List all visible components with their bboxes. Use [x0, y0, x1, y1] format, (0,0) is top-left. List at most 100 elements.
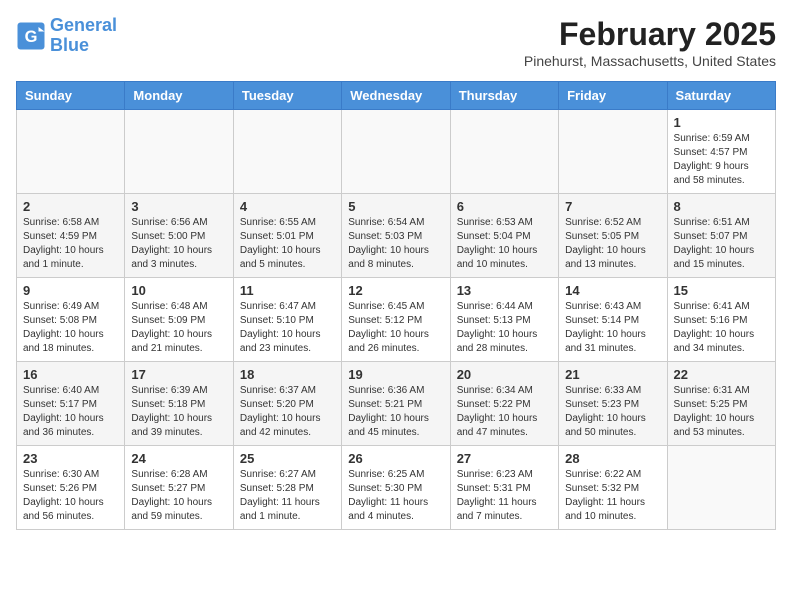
day-info: Sunrise: 6:54 AM Sunset: 5:03 PM Dayligh…	[348, 216, 443, 272]
day-info: Sunrise: 6:39 AM Sunset: 5:18 PM Dayligh…	[131, 384, 226, 440]
day-number: 13	[457, 283, 552, 298]
calendar-cell: 5 Sunrise: 6:54 AM Sunset: 5:03 PM Daylig…	[342, 194, 450, 278]
day-number: 3	[131, 199, 226, 214]
day-info: Sunrise: 6:33 AM Sunset: 5:23 PM Dayligh…	[565, 384, 660, 440]
calendar-cell: 14 Sunrise: 6:43 AM Sunset: 5:14 PM Dayli…	[559, 278, 667, 362]
weekday-header-tuesday: Tuesday	[233, 82, 341, 110]
day-number: 5	[348, 199, 443, 214]
day-info: Sunrise: 6:23 AM Sunset: 5:31 PM Dayligh…	[457, 468, 552, 524]
day-info: Sunrise: 6:22 AM Sunset: 5:32 PM Dayligh…	[565, 468, 660, 524]
day-number: 22	[674, 367, 769, 382]
calendar-cell: 26 Sunrise: 6:25 AM Sunset: 5:30 PM Dayli…	[342, 446, 450, 530]
day-info: Sunrise: 6:48 AM Sunset: 5:09 PM Dayligh…	[131, 300, 226, 356]
calendar-cell: 22 Sunrise: 6:31 AM Sunset: 5:25 PM Dayli…	[667, 362, 775, 446]
calendar-cell: 10 Sunrise: 6:48 AM Sunset: 5:09 PM Dayli…	[125, 278, 233, 362]
day-number: 26	[348, 451, 443, 466]
day-number: 6	[457, 199, 552, 214]
day-info: Sunrise: 6:40 AM Sunset: 5:17 PM Dayligh…	[23, 384, 118, 440]
day-info: Sunrise: 6:51 AM Sunset: 5:07 PM Dayligh…	[674, 216, 769, 272]
day-info: Sunrise: 6:27 AM Sunset: 5:28 PM Dayligh…	[240, 468, 335, 524]
day-info: Sunrise: 6:43 AM Sunset: 5:14 PM Dayligh…	[565, 300, 660, 356]
calendar-cell: 27 Sunrise: 6:23 AM Sunset: 5:31 PM Dayli…	[450, 446, 558, 530]
calendar-cell: 7 Sunrise: 6:52 AM Sunset: 5:05 PM Daylig…	[559, 194, 667, 278]
day-number: 9	[23, 283, 118, 298]
weekday-header-saturday: Saturday	[667, 82, 775, 110]
day-number: 21	[565, 367, 660, 382]
weekday-header-wednesday: Wednesday	[342, 82, 450, 110]
calendar-cell: 8Sunrise: 6:51 AM Sunset: 5:07 PM Daylig…	[667, 194, 775, 278]
day-info: Sunrise: 6:55 AM Sunset: 5:01 PM Dayligh…	[240, 216, 335, 272]
day-number: 12	[348, 283, 443, 298]
calendar-cell: 28 Sunrise: 6:22 AM Sunset: 5:32 PM Dayli…	[559, 446, 667, 530]
calendar-cell: 17 Sunrise: 6:39 AM Sunset: 5:18 PM Dayli…	[125, 362, 233, 446]
calendar-cell	[450, 110, 558, 194]
header-row: SundayMondayTuesdayWednesdayThursdayFrid…	[17, 82, 776, 110]
weekday-header-monday: Monday	[125, 82, 233, 110]
day-info: Sunrise: 6:25 AM Sunset: 5:30 PM Dayligh…	[348, 468, 443, 524]
day-info: Sunrise: 6:53 AM Sunset: 5:04 PM Dayligh…	[457, 216, 552, 272]
day-info: Sunrise: 6:41 AM Sunset: 5:16 PM Dayligh…	[674, 300, 769, 356]
day-info: Sunrise: 6:34 AM Sunset: 5:22 PM Dayligh…	[457, 384, 552, 440]
calendar-cell: 2Sunrise: 6:58 AM Sunset: 4:59 PM Daylig…	[17, 194, 125, 278]
calendar-header: SundayMondayTuesdayWednesdayThursdayFrid…	[17, 82, 776, 110]
logo-line1: General	[50, 15, 117, 35]
calendar-cell: 12Sunrise: 6:45 AM Sunset: 5:12 PM Dayli…	[342, 278, 450, 362]
logo: G General Blue	[16, 16, 117, 56]
calendar-week-4: 23Sunrise: 6:30 AM Sunset: 5:26 PM Dayli…	[17, 446, 776, 530]
calendar-cell: 11 Sunrise: 6:47 AM Sunset: 5:10 PM Dayli…	[233, 278, 341, 362]
title-block: February 2025 Pinehurst, Massachusetts, …	[524, 16, 776, 69]
calendar-week-1: 2Sunrise: 6:58 AM Sunset: 4:59 PM Daylig…	[17, 194, 776, 278]
calendar-cell	[667, 446, 775, 530]
calendar-cell: 4 Sunrise: 6:55 AM Sunset: 5:01 PM Daylig…	[233, 194, 341, 278]
calendar-body: 1Sunrise: 6:59 AM Sunset: 4:57 PM Daylig…	[17, 110, 776, 530]
logo-icon: G	[16, 21, 46, 51]
day-info: Sunrise: 6:47 AM Sunset: 5:10 PM Dayligh…	[240, 300, 335, 356]
day-number: 16	[23, 367, 118, 382]
day-number: 11	[240, 283, 335, 298]
day-number: 27	[457, 451, 552, 466]
calendar-cell: 21 Sunrise: 6:33 AM Sunset: 5:23 PM Dayli…	[559, 362, 667, 446]
day-info: Sunrise: 6:44 AM Sunset: 5:13 PM Dayligh…	[457, 300, 552, 356]
calendar-cell: 15 Sunrise: 6:41 AM Sunset: 5:16 PM Dayli…	[667, 278, 775, 362]
day-number: 19	[348, 367, 443, 382]
calendar-cell: 24Sunrise: 6:28 AM Sunset: 5:27 PM Dayli…	[125, 446, 233, 530]
day-number: 28	[565, 451, 660, 466]
day-number: 7	[565, 199, 660, 214]
calendar-cell: 1Sunrise: 6:59 AM Sunset: 4:57 PM Daylig…	[667, 110, 775, 194]
day-number: 17	[131, 367, 226, 382]
page-subtitle: Pinehurst, Massachusetts, United States	[524, 53, 776, 69]
weekday-header-friday: Friday	[559, 82, 667, 110]
logo-text: General Blue	[50, 16, 117, 56]
calendar-cell: 6 Sunrise: 6:53 AM Sunset: 5:04 PM Daylig…	[450, 194, 558, 278]
calendar-cell: 3 Sunrise: 6:56 AM Sunset: 5:00 PM Daylig…	[125, 194, 233, 278]
day-info: Sunrise: 6:59 AM Sunset: 4:57 PM Dayligh…	[674, 132, 769, 188]
day-info: Sunrise: 6:31 AM Sunset: 5:25 PM Dayligh…	[674, 384, 769, 440]
calendar-cell: 18Sunrise: 6:37 AM Sunset: 5:20 PM Dayli…	[233, 362, 341, 446]
day-number: 4	[240, 199, 335, 214]
weekday-header-sunday: Sunday	[17, 82, 125, 110]
day-number: 2	[23, 199, 118, 214]
day-number: 20	[457, 367, 552, 382]
calendar-cell: 23Sunrise: 6:30 AM Sunset: 5:26 PM Dayli…	[17, 446, 125, 530]
page-title: February 2025	[524, 16, 776, 53]
day-info: Sunrise: 6:56 AM Sunset: 5:00 PM Dayligh…	[131, 216, 226, 272]
calendar-cell: 16 Sunrise: 6:40 AM Sunset: 5:17 PM Dayli…	[17, 362, 125, 446]
calendar-cell: 25 Sunrise: 6:27 AM Sunset: 5:28 PM Dayli…	[233, 446, 341, 530]
day-number: 15	[674, 283, 769, 298]
calendar-table: SundayMondayTuesdayWednesdayThursdayFrid…	[16, 81, 776, 530]
day-number: 14	[565, 283, 660, 298]
day-number: 25	[240, 451, 335, 466]
logo-line2: Blue	[50, 36, 117, 56]
calendar-cell: 13 Sunrise: 6:44 AM Sunset: 5:13 PM Dayli…	[450, 278, 558, 362]
weekday-header-thursday: Thursday	[450, 82, 558, 110]
calendar-week-2: 9Sunrise: 6:49 AM Sunset: 5:08 PM Daylig…	[17, 278, 776, 362]
day-number: 18	[240, 367, 335, 382]
day-info: Sunrise: 6:30 AM Sunset: 5:26 PM Dayligh…	[23, 468, 118, 524]
calendar-cell	[125, 110, 233, 194]
day-info: Sunrise: 6:36 AM Sunset: 5:21 PM Dayligh…	[348, 384, 443, 440]
calendar-cell: 19 Sunrise: 6:36 AM Sunset: 5:21 PM Dayli…	[342, 362, 450, 446]
day-number: 10	[131, 283, 226, 298]
calendar-cell	[233, 110, 341, 194]
day-number: 24	[131, 451, 226, 466]
day-info: Sunrise: 6:52 AM Sunset: 5:05 PM Dayligh…	[565, 216, 660, 272]
